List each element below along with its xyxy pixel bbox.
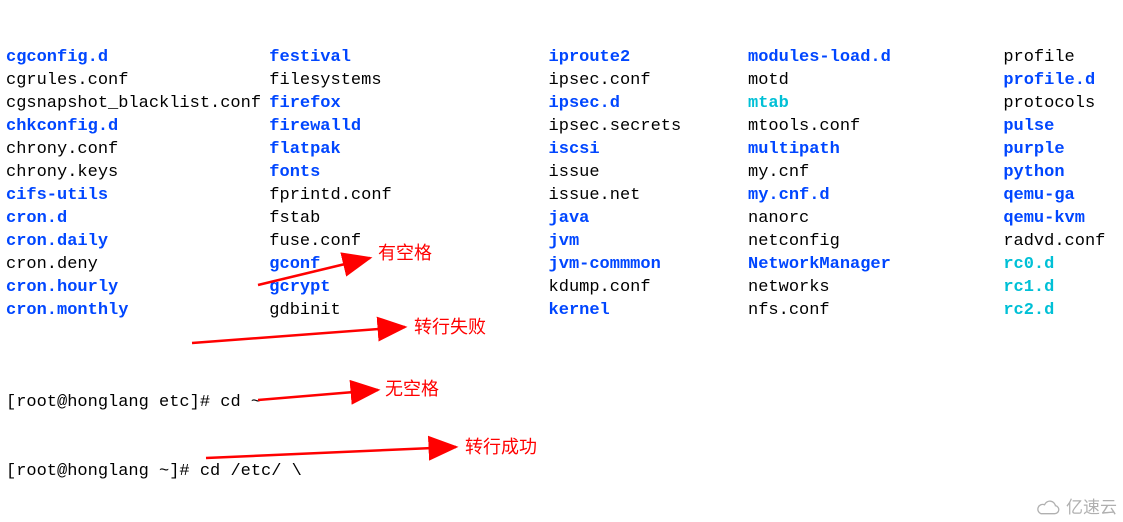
file-entry: firewalld: [269, 115, 548, 138]
prompt-line-2: [root@honglang ~]# cd /etc/ \: [6, 460, 1123, 483]
file-entry: nanorc: [748, 207, 1003, 230]
file-entry: my.cnf: [748, 161, 1003, 184]
listing-col-1: cgconfig.dcgrules.confcgsnapshot_blackli…: [6, 46, 269, 322]
file-entry: gcrypt: [269, 276, 548, 299]
file-entry: nfs.conf: [748, 299, 1003, 322]
file-entry: cron.deny: [6, 253, 269, 276]
file-entry: purple: [1003, 138, 1123, 161]
file-entry: cron.d: [6, 207, 269, 230]
file-entry: netconfig: [748, 230, 1003, 253]
file-entry: networks: [748, 276, 1003, 299]
file-entry: multipath: [748, 138, 1003, 161]
file-entry: cgsnapshot_blacklist.conf: [6, 92, 269, 115]
file-entry: cgconfig.d: [6, 46, 269, 69]
annotation-wrap-fail: 转行失败: [414, 316, 486, 339]
file-entry: radvd.conf: [1003, 230, 1123, 253]
file-entry: cron.daily: [6, 230, 269, 253]
file-entry: iscsi: [549, 138, 748, 161]
file-entry: iproute2: [549, 46, 748, 69]
file-entry: chrony.conf: [6, 138, 269, 161]
file-entry: issue.net: [549, 184, 748, 207]
file-entry: kdump.conf: [549, 276, 748, 299]
file-entry: python: [1003, 161, 1123, 184]
watermark: 亿速云: [1036, 496, 1117, 519]
file-entry: qemu-ga: [1003, 184, 1123, 207]
file-entry: mtools.conf: [748, 115, 1003, 138]
listing-col-3: iproute2ipsec.confipsec.dipsec.secretsis…: [549, 46, 748, 322]
file-entry: rc0.d: [1003, 253, 1123, 276]
file-entry: issue: [549, 161, 748, 184]
file-entry: jvm-commmon: [549, 253, 748, 276]
file-entry: pulse: [1003, 115, 1123, 138]
file-entry: cifs-utils: [6, 184, 269, 207]
file-entry: cron.hourly: [6, 276, 269, 299]
file-entry: chrony.keys: [6, 161, 269, 184]
file-entry: rc1.d: [1003, 276, 1123, 299]
file-entry: ipsec.d: [549, 92, 748, 115]
file-entry: flatpak: [269, 138, 548, 161]
file-entry: fstab: [269, 207, 548, 230]
ls-listing: cgconfig.dcgrules.confcgsnapshot_blackli…: [6, 46, 1123, 322]
file-entry: fprintd.conf: [269, 184, 548, 207]
file-entry: mtab: [748, 92, 1003, 115]
annotation-no-space: 无空格: [385, 378, 439, 401]
file-entry: fonts: [269, 161, 548, 184]
file-entry: modules-load.d: [748, 46, 1003, 69]
file-entry: jvm: [549, 230, 748, 253]
annotation-has-space: 有空格: [378, 242, 432, 265]
file-entry: filesystems: [269, 69, 548, 92]
file-entry: profile: [1003, 46, 1123, 69]
file-entry: festival: [269, 46, 548, 69]
file-entry: ipsec.conf: [549, 69, 748, 92]
file-entry: chkconfig.d: [6, 115, 269, 138]
file-entry: cron.monthly: [6, 299, 269, 322]
file-entry: motd: [748, 69, 1003, 92]
file-entry: profile.d: [1003, 69, 1123, 92]
listing-col-5: profileprofile.dprotocolspulsepurplepyth…: [1003, 46, 1123, 322]
file-entry: my.cnf.d: [748, 184, 1003, 207]
file-entry: cgrules.conf: [6, 69, 269, 92]
terminal-output: cgconfig.dcgrules.confcgsnapshot_blackli…: [6, 0, 1123, 522]
prompt-line-1: [root@honglang etc]# cd ~: [6, 391, 1123, 414]
file-entry: ipsec.secrets: [549, 115, 748, 138]
file-entry: protocols: [1003, 92, 1123, 115]
file-entry: firefox: [269, 92, 548, 115]
file-entry: qemu-kvm: [1003, 207, 1123, 230]
file-entry: NetworkManager: [748, 253, 1003, 276]
file-entry: gdbinit: [269, 299, 548, 322]
annotation-wrap-ok: 转行成功: [465, 436, 537, 459]
listing-col-2: festivalfilesystemsfirefoxfirewalldflatp…: [269, 46, 548, 322]
file-entry: java: [549, 207, 748, 230]
listing-col-4: modules-load.dmotdmtabmtools.confmultipa…: [748, 46, 1003, 322]
file-entry: rc2.d: [1003, 299, 1123, 322]
file-entry: kernel: [549, 299, 748, 322]
cloud-icon: [1036, 499, 1062, 517]
